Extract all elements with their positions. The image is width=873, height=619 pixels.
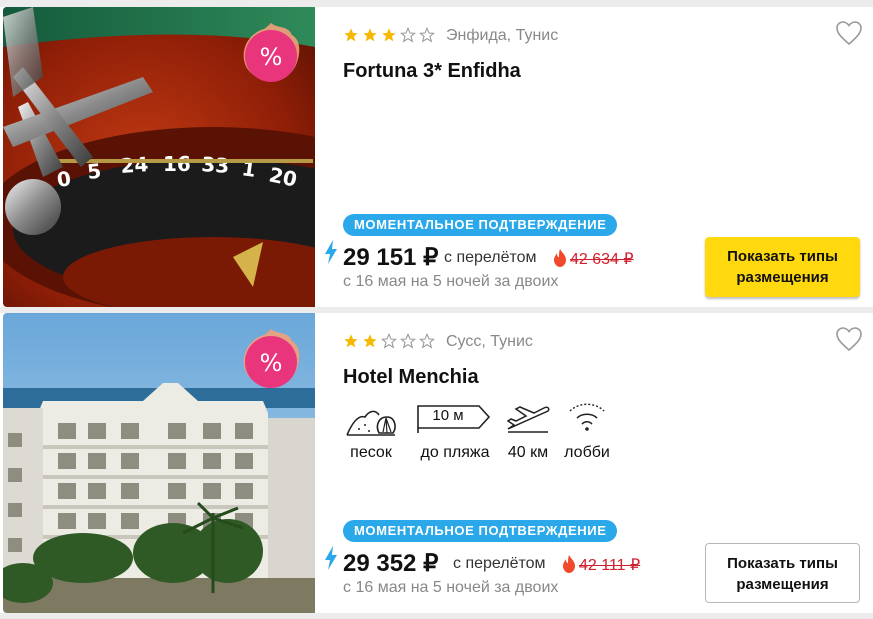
svg-text:%: % [260, 43, 283, 71]
hotel-photo[interactable]: 0 5 24 16 33 1 20 % [3, 7, 315, 307]
show-room-types-button[interactable]: Показать типы размещения [705, 237, 860, 297]
discount-badge-icon: % [243, 329, 300, 388]
fire-icon [563, 555, 575, 573]
hotel-card[interactable]: % Сусс, Тунис Hotel Menchia песок 10 м д… [0, 313, 873, 613]
instant-confirmation-badge: МОМЕНТАЛЬНОЕ ПОДТВЕРЖДЕНИЕ [343, 520, 618, 542]
star-filled-icon [382, 28, 396, 42]
star-filled-icon [344, 28, 358, 42]
svg-text:16: 16 [163, 152, 191, 176]
lightning-icon [325, 240, 337, 264]
price-note: с перелётом [453, 555, 546, 572]
instant-confirmation-badge: МОМЕНТАЛЬНОЕ ПОДТВЕРЖДЕНИЕ [343, 214, 618, 236]
price: 29 151 ₽ [343, 244, 439, 271]
beach-distance-sign-icon: 10 м [417, 401, 491, 433]
amenity-item: песок [343, 401, 399, 461]
fire-icon [554, 249, 566, 267]
hotel-info: Сусс, Тунис Hotel Menchia песок 10 м до … [325, 313, 873, 613]
star-filled-icon [344, 334, 358, 348]
amenity-item: 10 м до пляжа [417, 401, 493, 461]
amenity-label: лобби [564, 444, 610, 461]
old-price: 42 111 ₽ [579, 557, 641, 574]
hotel-name[interactable]: Hotel Menchia [343, 366, 479, 389]
favorite-heart-icon[interactable] [835, 20, 863, 46]
star-filled-icon [363, 28, 377, 42]
button-label-line2: размещения [736, 576, 829, 593]
button-label-line1: Показать типы [727, 248, 838, 265]
price-note: с перелётом [444, 249, 537, 266]
lightning-icon [325, 546, 337, 570]
wifi-icon [569, 403, 605, 431]
hotel-location: Энфида, Тунис [446, 27, 559, 44]
star-empty-icon [400, 333, 416, 349]
amenity-label: 40 км [507, 444, 549, 461]
star-empty-icon [419, 333, 435, 349]
sand-beach-icon [346, 410, 396, 436]
show-room-types-button[interactable]: Показать типы размещения [705, 543, 860, 603]
discount-badge-icon: % [243, 23, 300, 82]
svg-text:24: 24 [120, 152, 149, 178]
amenity-label: песок [350, 444, 392, 461]
star-empty-icon [400, 27, 416, 43]
svg-text:33: 33 [201, 152, 230, 178]
favorite-heart-icon[interactable] [835, 326, 863, 352]
hotel-name[interactable]: Fortuna 3* Enfidha [343, 60, 521, 83]
beach-distance-value: 10 м [432, 407, 464, 424]
button-label-line2: размещения [736, 269, 829, 286]
svg-text:%: % [260, 349, 283, 377]
star-empty-icon [419, 27, 435, 43]
price: 29 352 ₽ [343, 550, 439, 577]
button-label-line1: Показать типы [727, 555, 838, 572]
star-empty-icon [381, 333, 397, 349]
amenity-item: лобби [561, 401, 613, 461]
hotel-card[interactable]: 0 5 24 16 33 1 20 % Энфида, Тунис Fortun… [0, 7, 873, 307]
amenities-list: песок 10 м до пляжа 40 км лобби [343, 401, 633, 461]
star-filled-icon [363, 334, 377, 348]
hotel-info: Энфида, Тунис Fortuna 3* Enfidha МОМЕНТА… [325, 7, 873, 307]
old-price: 42 634 ₽ [570, 251, 634, 268]
trip-dates: с 16 мая на 5 ночей за двоих [343, 273, 559, 290]
star-rating [343, 331, 438, 351]
trip-dates: с 16 мая на 5 ночей за двоих [343, 579, 559, 596]
amenity-item: 40 км [505, 401, 551, 461]
amenity-label: до пляжа [420, 444, 490, 461]
hotel-location: Сусс, Тунис [446, 333, 533, 350]
airplane-icon [506, 406, 550, 433]
star-rating [343, 25, 438, 45]
hotel-photo[interactable]: % [3, 313, 315, 613]
